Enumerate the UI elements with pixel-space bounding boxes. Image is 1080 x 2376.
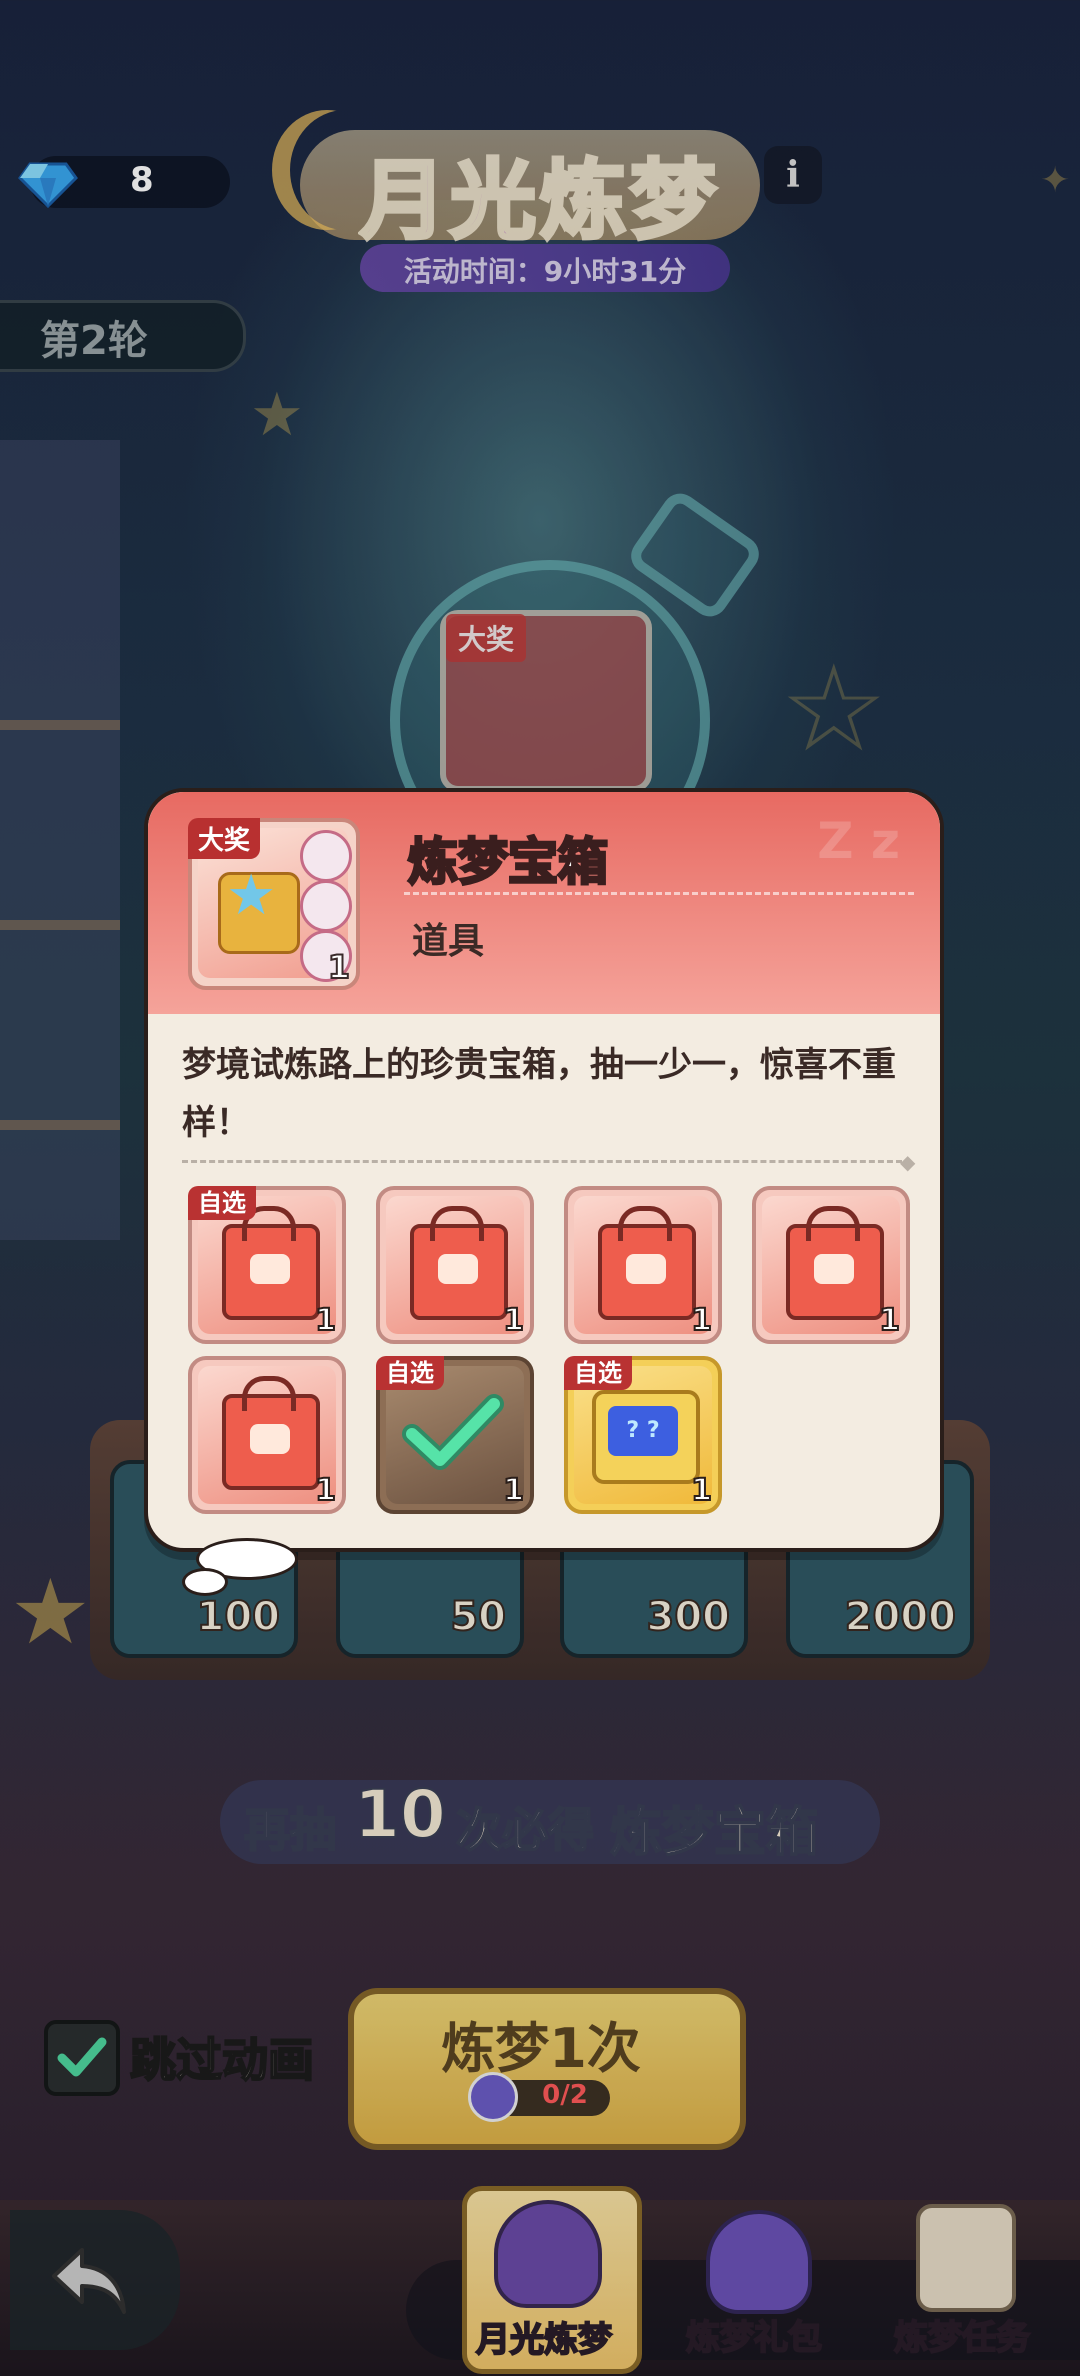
optional-tag: 自选	[376, 1356, 444, 1390]
divider-diamond-icon: ◆	[900, 1150, 916, 1174]
reward-count: 1	[314, 1472, 337, 1509]
reward-count: 1	[502, 1472, 525, 1509]
item-card: ★ 大奖 1	[188, 818, 360, 990]
character-face-icon	[300, 830, 352, 882]
reward-item[interactable]: 自选 1	[376, 1356, 534, 1514]
reward-item[interactable]: 1	[564, 1186, 722, 1344]
optional-tag: 自选	[564, 1356, 632, 1390]
description-divider	[182, 1160, 902, 1163]
reward-item[interactable]: 1	[752, 1186, 910, 1344]
reward-count: 1	[878, 1302, 901, 1339]
popup-subtitle: 道具	[412, 921, 485, 962]
reward-item[interactable]: 自选 1	[188, 1186, 346, 1344]
reward-item[interactable]: 1	[376, 1186, 534, 1344]
robot-tv-icon: ? ?	[592, 1390, 700, 1484]
star-icon: ★	[226, 863, 277, 928]
grand-prize-tag: 大奖	[188, 818, 261, 859]
checked-chest-icon	[402, 1394, 504, 1470]
reward-count: 1	[314, 1302, 337, 1339]
reward-item[interactable]: 1	[188, 1356, 346, 1514]
reward-count: 1	[690, 1302, 713, 1339]
reward-count: 1	[502, 1302, 525, 1339]
title-divider	[404, 892, 914, 895]
reward-count: 1	[690, 1472, 713, 1509]
item-detail-popup: Z z ★ 大奖 1 炼梦宝箱 道具 梦境试炼路上的珍贵宝箱，抽一少一，惊喜不重…	[144, 788, 944, 1552]
optional-tag: 自选	[188, 1186, 256, 1220]
zz-decoration: Z z	[817, 812, 900, 870]
popup-description: 梦境试炼路上的珍贵宝箱，抽一少一，惊喜不重样！	[182, 1045, 896, 1143]
reward-item[interactable]: ? ? 自选 1	[564, 1356, 722, 1514]
item-count: 1	[327, 947, 351, 987]
speech-bubble-tail	[182, 1568, 228, 1596]
popup-title: 炼梦宝箱	[407, 832, 610, 893]
character-face-icon	[300, 880, 352, 932]
